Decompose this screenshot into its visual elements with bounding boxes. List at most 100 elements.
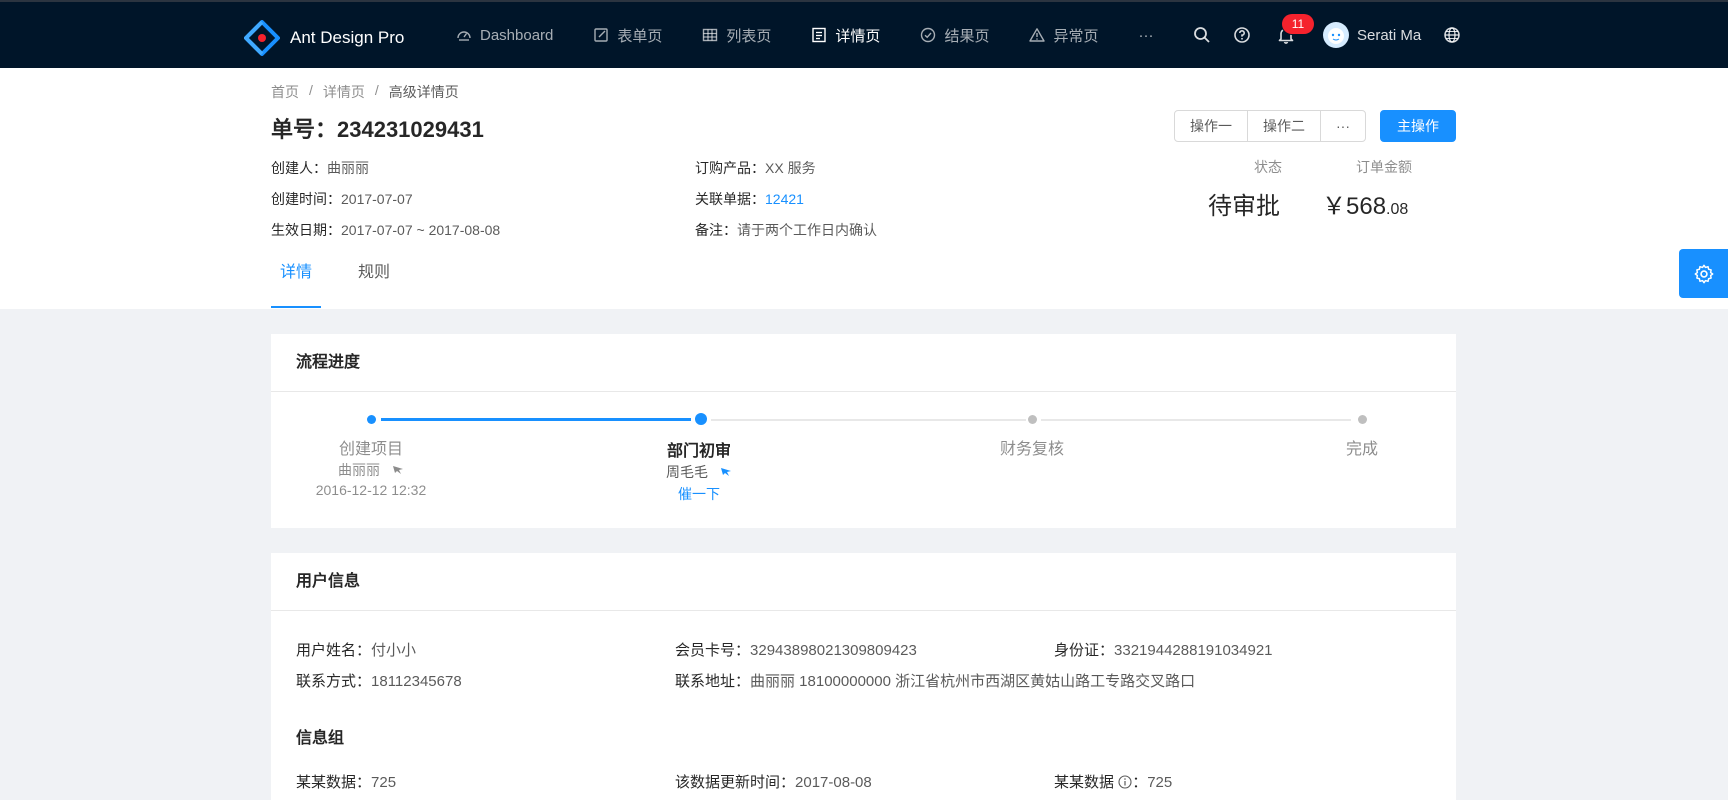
progress-card: 流程进度 创建项目 曲丽丽 2016-12-12 12:32 部门初审 周毛毛 …	[271, 334, 1456, 528]
tab-detail[interactable]: 详情	[271, 248, 322, 308]
menu-item-label: 列表页	[726, 27, 772, 45]
page-title: 单号：234231029431	[271, 117, 484, 142]
product-value: XX 服务	[765, 160, 816, 176]
amount-main: ￥568	[1322, 193, 1387, 220]
check-circle-icon	[920, 27, 936, 43]
primary-action-button[interactable]: 主操作	[1380, 110, 1456, 142]
status-label: 状态	[1254, 159, 1282, 175]
help-button[interactable]	[1232, 2, 1252, 68]
menu-item-label: 结果页	[944, 27, 990, 45]
created-time-label: 创建时间：	[271, 191, 341, 207]
order-amount: ￥568.08	[1322, 186, 1408, 221]
more-actions-button[interactable]: ···	[1320, 110, 1366, 142]
dingding-icon	[392, 466, 403, 474]
breadcrumb-profile[interactable]: 详情页	[323, 82, 365, 102]
progress-card-title: 流程进度	[271, 334, 1456, 392]
detail-tabs: 详情 规则	[271, 248, 427, 310]
step-person: 曲丽丽	[271, 460, 471, 480]
menu-item-label: Dashboard	[480, 26, 554, 44]
status-value: 待审批	[1208, 193, 1280, 220]
phone-value: 18112345678	[371, 673, 462, 690]
search-button[interactable]	[1192, 2, 1212, 68]
id-card-value: 3321944288191034921	[1114, 642, 1273, 659]
main-menu: Dashboard 表单页 列表页 详情页 结果页 异常页 ···	[436, 2, 1173, 68]
language-button[interactable]	[1442, 2, 1462, 68]
settings-drawer-button[interactable]	[1679, 249, 1728, 298]
menu-item-label: 详情页	[835, 27, 881, 45]
member-card-field: 会员卡号：32943898021309809423	[675, 639, 917, 660]
info-group-title: 信息组	[296, 730, 345, 747]
menu-item-label: 表单页	[617, 27, 663, 45]
step-connector-done	[381, 418, 691, 421]
urge-link[interactable]: 催一下	[599, 484, 799, 504]
breadcrumb-separator: /	[374, 82, 379, 98]
action-one-button[interactable]: 操作一	[1174, 110, 1248, 142]
step-title: 财务复核	[999, 441, 1064, 458]
id-card-label: 身份证：	[1054, 642, 1115, 659]
info-circle-icon[interactable]	[1118, 775, 1132, 789]
product-field: 订购产品：XX 服务	[695, 158, 816, 178]
menu-more-label: ···	[1138, 26, 1154, 44]
updated-time-label: 该数据更新时间：	[675, 774, 796, 791]
notification-count-badge: 11	[1282, 14, 1314, 34]
menu-item-list[interactable]: 列表页	[682, 2, 791, 68]
globe-icon	[1442, 25, 1462, 45]
effective-date-value: 2017-07-07 ~ 2017-08-08	[341, 222, 501, 238]
app-logo[interactable]: Ant Design Pro	[244, 20, 404, 56]
menu-item-label: 异常页	[1053, 27, 1099, 45]
step-connector-pending	[1041, 419, 1351, 421]
related-order-field: 关联单据：12421	[695, 189, 804, 209]
effective-date-field: 生效日期：2017-07-07 ~ 2017-08-08	[271, 220, 500, 240]
data-label-colon: ：	[1132, 774, 1148, 791]
phone-label: 联系方式：	[296, 673, 372, 690]
member-card-value: 32943898021309809423	[750, 642, 917, 659]
user-avatar-icon	[1328, 28, 1344, 44]
creator-value: 曲丽丽	[327, 160, 369, 176]
tab-rules[interactable]: 规则	[349, 248, 399, 308]
step-title: 创建项目	[338, 441, 403, 458]
id-card-field: 身份证：3321944288191034921	[1054, 639, 1273, 660]
address-field: 联系地址：曲丽丽 18100000000 浙江省杭州市西湖区黄姑山路工专路交叉路…	[675, 670, 1195, 691]
step-title: 完成	[1345, 441, 1378, 458]
breadcrumb: 首页 / 详情页 / 高级详情页	[271, 82, 459, 102]
step-person-name: 周毛毛	[666, 464, 709, 480]
menu-item-exception[interactable]: 异常页	[1009, 2, 1118, 68]
data-value: 725	[1147, 774, 1173, 791]
menu-item-profile[interactable]: 详情页	[791, 2, 900, 68]
dingding-icon	[720, 468, 731, 476]
breadcrumb-home[interactable]: 首页	[271, 82, 299, 102]
table-icon	[702, 27, 718, 43]
user-name: Serati Ma	[1357, 26, 1422, 44]
breadcrumb-current: 高级详情页	[388, 84, 459, 100]
menu-item-form[interactable]: 表单页	[573, 2, 682, 68]
step-person-name: 曲丽丽	[338, 462, 381, 478]
form-icon	[593, 27, 609, 43]
user-info-card: 用户信息 用户姓名：付小小 会员卡号：32943898021309809423 …	[271, 553, 1456, 800]
step-dot-current	[695, 413, 707, 425]
user-info-card-title: 用户信息	[271, 553, 1456, 611]
page-header: 首页 / 详情页 / 高级详情页 单号：234231029431 操作一 操作二…	[0, 68, 1728, 309]
top-navigation-bar: Ant Design Pro Dashboard 表单页 列表页 详情页 结果页…	[0, 0, 1728, 68]
related-order-label: 关联单据：	[695, 191, 765, 207]
gear-icon	[1694, 264, 1713, 283]
user-name-field: 用户姓名：付小小	[296, 639, 416, 660]
data-field-with-tip: 某某数据 ：725	[1054, 771, 1172, 792]
step-title-current: 部门初审	[666, 443, 731, 460]
user-menu[interactable]: Serati Ma	[1323, 2, 1421, 68]
warning-icon	[1029, 27, 1046, 43]
created-time-value: 2017-07-07	[341, 191, 413, 207]
action-button-group: 操作一 操作二 ···	[1174, 110, 1366, 142]
data-label: 某某数据：	[296, 774, 372, 791]
step-dot-waiting	[1028, 415, 1037, 424]
notification-button[interactable]	[1276, 2, 1296, 68]
remark-value: 请于两个工作日内确认	[737, 222, 877, 238]
menu-item-dashboard[interactable]: Dashboard	[436, 2, 573, 68]
related-order-link[interactable]: 12421	[765, 191, 804, 207]
data-label: 某某数据	[1054, 774, 1115, 791]
amount-cents: .08	[1386, 201, 1409, 218]
action-two-button[interactable]: 操作二	[1247, 110, 1321, 142]
menu-item-result[interactable]: 结果页	[900, 2, 1009, 68]
member-card-label: 会员卡号：	[675, 642, 751, 659]
menu-more[interactable]: ···	[1118, 2, 1173, 68]
step-dot-waiting	[1358, 415, 1367, 424]
